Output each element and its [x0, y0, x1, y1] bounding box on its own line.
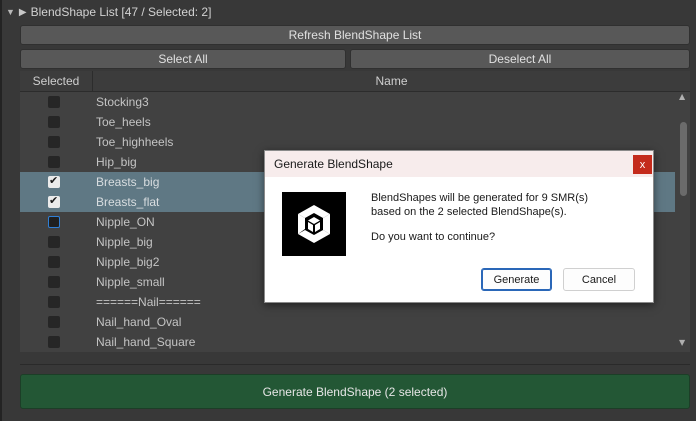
select-checkbox[interactable] [48, 136, 60, 148]
refresh-list-button[interactable]: Refresh BlendShape List [20, 25, 690, 45]
blendshape-name: Nail_hand_Oval [96, 315, 182, 329]
blendshape-list-foldout[interactable]: ▼ ▶ BlendShape List [47 / Selected: 2] [6, 4, 211, 20]
dialog-message-line1: BlendShapes will be generated for 9 SMR(… [371, 192, 589, 204]
blendshape-name: Toe_highheels [96, 135, 174, 149]
select-checkbox[interactable] [48, 276, 60, 288]
select-checkbox[interactable] [48, 96, 60, 108]
select-checkbox[interactable] [48, 216, 60, 228]
list-item[interactable]: Toe_highheels [20, 132, 675, 152]
unity-logo-icon [282, 192, 346, 256]
dialog-message-line2: based on the 2 selected BlendShape(s). [371, 206, 567, 218]
dialog-close-button[interactable]: x [633, 155, 652, 174]
foldout-expanded-icon: ▼ [6, 7, 15, 17]
blendshape-name: ======Nail====== [96, 295, 201, 309]
window-left-border [0, 0, 2, 421]
select-checkbox[interactable] [48, 194, 60, 208]
blendshape-name: Nipple_big2 [96, 255, 160, 269]
dialog-titlebar: Generate BlendShape x [265, 151, 653, 177]
confirm-dialog: Generate BlendShape x BlendShapes will b… [264, 150, 654, 303]
blendshape-name: Stocking3 [96, 95, 149, 109]
scroll-down-arrow-icon[interactable]: ▼ [679, 338, 685, 347]
blendshape-name: Breasts_flat [96, 195, 160, 209]
deselect-all-button[interactable]: Deselect All [350, 49, 690, 69]
scrollbar-thumb[interactable] [680, 122, 687, 196]
column-header-name[interactable]: Name [93, 71, 690, 91]
foldout-title: BlendShape List [47 / Selected: 2] [30, 5, 212, 19]
dialog-cancel-button[interactable]: Cancel [563, 268, 635, 291]
list-item[interactable]: Stocking3 [20, 92, 675, 112]
blendshape-name: Nipple_small [96, 275, 165, 289]
blendshape-name: Hip_big [96, 155, 137, 169]
list-item[interactable]: Toe_heels [20, 112, 675, 132]
select-checkbox[interactable] [48, 296, 60, 308]
blendshape-name: Nail_hand_Square [96, 335, 196, 349]
list-item[interactable]: Nail_hand_Square [20, 332, 675, 352]
blendshape-name: Breasts_big [96, 175, 160, 189]
blendshape-name: Nipple_big [96, 235, 153, 249]
select-all-button[interactable]: Select All [20, 49, 346, 69]
select-checkbox[interactable] [48, 336, 60, 348]
column-header-selected[interactable]: Selected [20, 71, 93, 91]
list-item[interactable]: Nail_hand_Oval [20, 312, 675, 332]
select-checkbox[interactable] [48, 316, 60, 328]
select-checkbox[interactable] [48, 256, 60, 268]
dialog-body: BlendShapes will be generated for 9 SMR(… [265, 177, 653, 302]
blendshape-name: Nipple_ON [96, 215, 155, 229]
select-checkbox[interactable] [48, 156, 60, 168]
dialog-message-line3: Do you want to continue? [371, 231, 496, 243]
generate-blendshape-button[interactable]: Generate BlendShape (2 selected) [20, 374, 690, 409]
list-header: Selected Name [20, 71, 690, 92]
select-checkbox[interactable] [48, 174, 60, 188]
dialog-generate-button[interactable]: Generate [481, 268, 552, 291]
blendshape-name: Toe_heels [96, 115, 151, 129]
scroll-up-arrow-icon[interactable]: ▲ [679, 92, 685, 101]
foldout-arrow-icon: ▶ [18, 6, 27, 18]
dialog-title: Generate BlendShape [274, 157, 393, 171]
select-checkbox[interactable] [48, 116, 60, 128]
divider [20, 364, 690, 365]
select-checkbox[interactable] [48, 236, 60, 248]
